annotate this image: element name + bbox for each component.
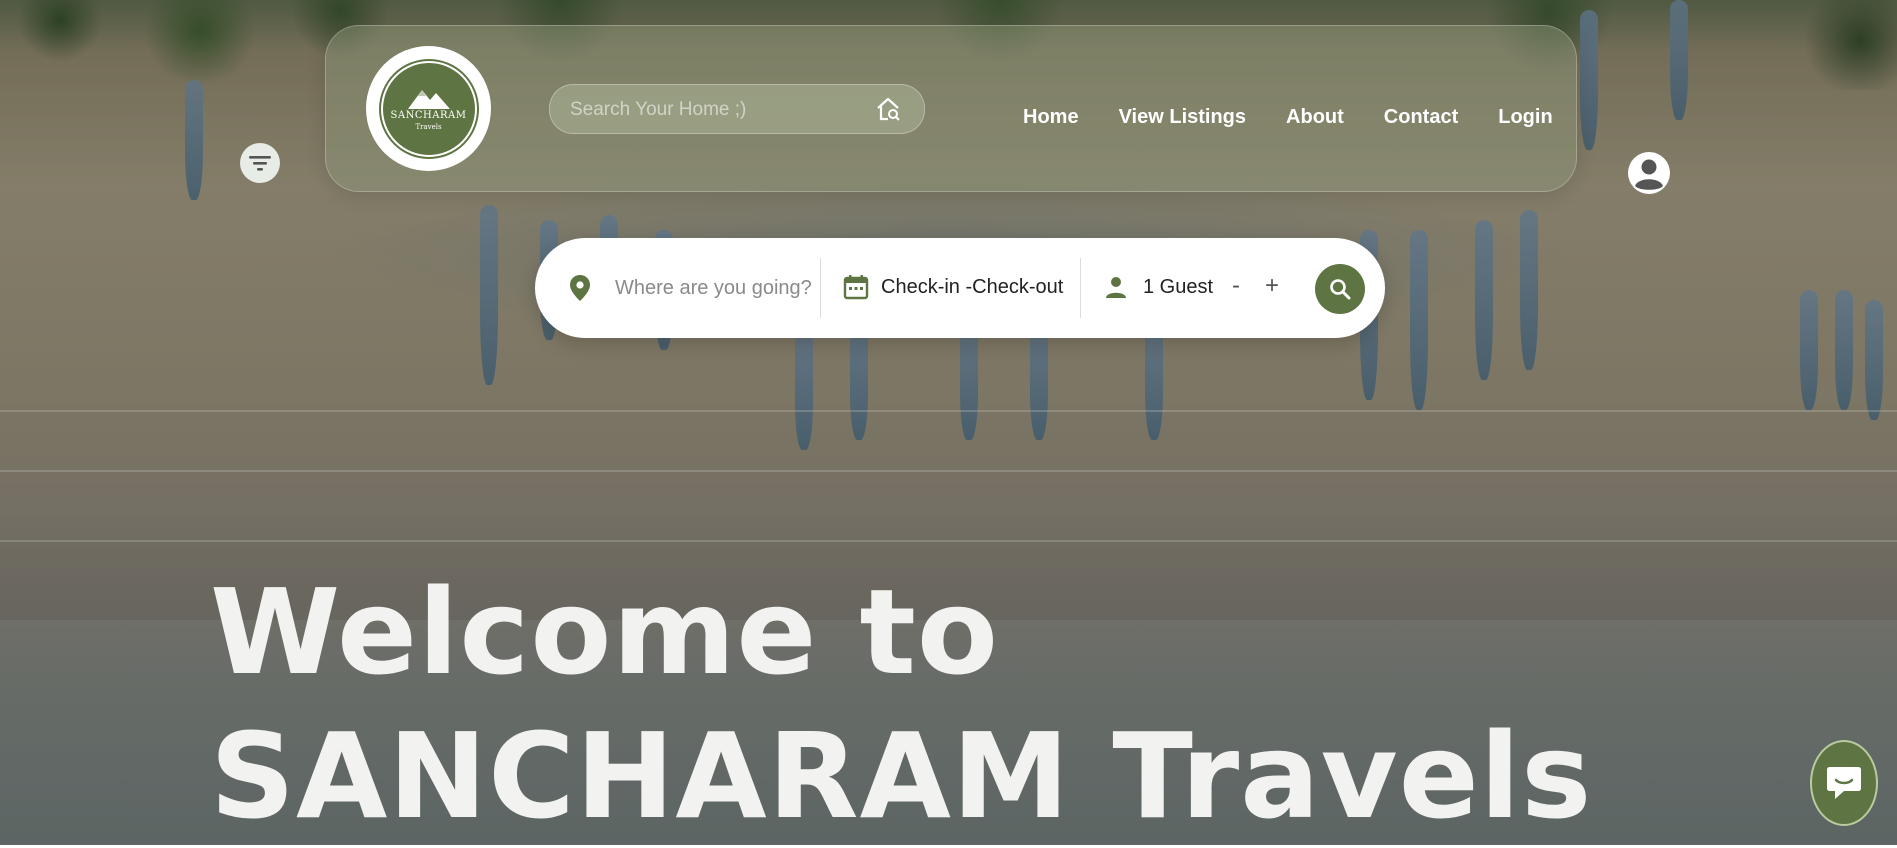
chat-button[interactable] xyxy=(1810,740,1878,826)
user-circle-icon xyxy=(1628,152,1670,194)
logo-emblem: SANCHARAM Travels xyxy=(380,60,477,157)
guest-increment-button[interactable]: + xyxy=(1265,272,1279,300)
nav-login[interactable]: Login xyxy=(1498,106,1552,129)
nav-view-listings[interactable]: View Listings xyxy=(1119,106,1246,129)
logo-sub: Travels xyxy=(415,123,442,131)
site-logo[interactable]: SANCHARAM Travels xyxy=(366,46,491,171)
divider xyxy=(1080,258,1081,318)
guest-decrement-button[interactable]: - xyxy=(1232,272,1240,300)
nav-home[interactable]: Home xyxy=(1023,106,1079,129)
location-pin-icon xyxy=(569,274,591,307)
nav-about[interactable]: About xyxy=(1286,106,1344,129)
main-nav: Home View Listings About Contact Login xyxy=(1023,106,1553,129)
mountain-icon xyxy=(407,90,450,109)
hero-heading: Welcome to SANCHARAM Travels xyxy=(210,560,1592,848)
chat-icon xyxy=(1827,767,1861,799)
logo-brand: SANCHARAM xyxy=(390,110,467,121)
person-icon xyxy=(1104,275,1128,304)
header-search-input[interactable] xyxy=(568,95,872,125)
filter-button[interactable] xyxy=(240,143,280,183)
user-account-button[interactable] xyxy=(1627,151,1671,195)
destination-input[interactable] xyxy=(613,272,817,304)
date-range-selector[interactable]: Check-in -Check-out xyxy=(881,276,1063,299)
home-search-icon[interactable] xyxy=(874,95,902,128)
header-search xyxy=(549,84,925,134)
nav-contact[interactable]: Contact xyxy=(1384,106,1458,129)
hero-line-1: Welcome to xyxy=(210,563,999,701)
search-icon xyxy=(1330,279,1351,300)
guest-count: 1 Guest xyxy=(1143,276,1214,298)
booking-search-bar: Check-in -Check-out 1 Guest - + xyxy=(535,238,1385,338)
divider xyxy=(820,258,821,318)
calendar-icon xyxy=(843,274,869,305)
search-button[interactable] xyxy=(1315,264,1365,314)
filter-icon xyxy=(249,156,271,171)
hero-line-2: SANCHARAM Travels xyxy=(210,707,1593,845)
